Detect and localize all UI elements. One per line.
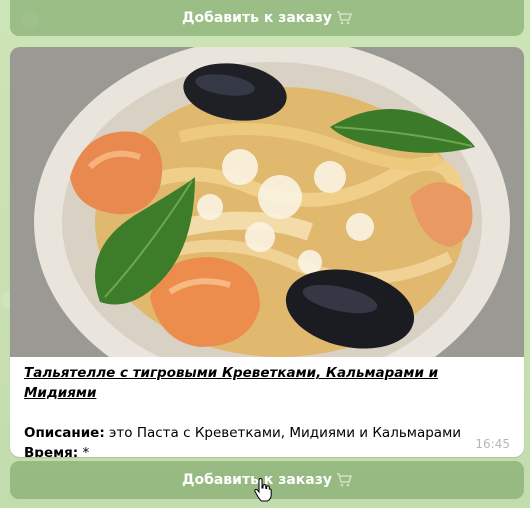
message-bubble: Тальятелле с тигровыми Креветками, Кальм… [10, 47, 524, 457]
description-label: Описание: [24, 425, 105, 441]
hand-pointer-cursor-icon [254, 478, 272, 502]
time-label: Время: [24, 445, 79, 457]
message-timestamp: 16:45 [475, 437, 510, 451]
add-to-order-button-top[interactable]: Добавить к заказу [10, 0, 524, 36]
add-to-order-label: Добавить к заказу [182, 10, 332, 26]
dish-photo[interactable] [10, 47, 524, 357]
message-caption: Тальятелле с тигровыми Креветками, Кальм… [24, 363, 514, 457]
shopping-cart-icon [337, 11, 352, 25]
shopping-cart-icon [337, 473, 352, 487]
time-value: * [78, 445, 90, 457]
dish-title[interactable]: Тальятелле с тигровыми Креветками, Кальм… [24, 363, 514, 403]
time-line: Время: * [24, 443, 514, 457]
description-text: это Паста с Креветками, Мидиями и Кальма… [104, 425, 462, 441]
description-line: Описание: это Паста с Креветками, Мидиям… [24, 423, 514, 443]
